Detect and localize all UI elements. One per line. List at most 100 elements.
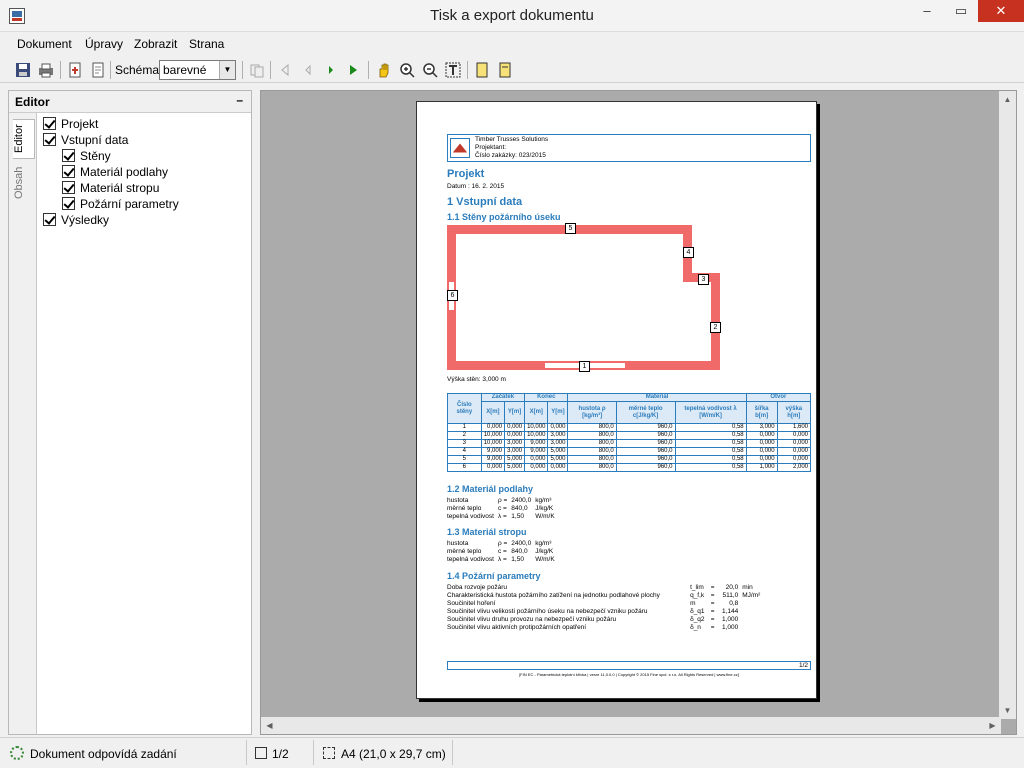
last-page-icon[interactable]: [345, 61, 363, 79]
table-cell: 0,000: [745, 447, 778, 456]
preview-area[interactable]: Timber Trusses Solutions Projektant: Čís…: [260, 90, 1017, 735]
prev-page-icon[interactable]: [299, 61, 317, 79]
table-cell: 3,000: [745, 423, 778, 432]
property-cell: Charakteristická hustota požárního zatíž…: [447, 592, 660, 599]
project-date: Datum : 16. 2. 2015: [447, 183, 505, 190]
horizontal-scrollbar[interactable]: ◀ ▶: [261, 717, 1001, 734]
footer-copyright: [FIN EC - Parametrická teplotní křivka |…: [519, 672, 739, 677]
table-cell: 0,58: [674, 423, 747, 432]
walls-table: Číslo stěny Začátek Konec Materiál Otvor…: [447, 393, 812, 472]
table-cell: 960,0: [615, 463, 676, 472]
minimize-button[interactable]: –: [910, 0, 944, 22]
table-cell: 2,000: [776, 463, 812, 472]
pin-icon[interactable]: –: [236, 93, 243, 107]
checkbox[interactable]: [43, 133, 56, 146]
copy-icon[interactable]: [248, 61, 266, 79]
menu-dokument[interactable]: Dokument: [17, 37, 72, 51]
pages-icon: [255, 747, 267, 759]
title-bar: Tisk a export dokumentu – ▭ ✕: [0, 0, 1024, 32]
tree-item-material-stropu[interactable]: Materiál stropu: [62, 181, 159, 197]
section-1-2-heading: 1.2 Materiál podlahy: [447, 484, 534, 494]
table-cell: 10,000: [524, 423, 549, 432]
print-icon[interactable]: [37, 61, 55, 79]
table-cell: 960,0: [615, 455, 676, 464]
table-header: šířka b[m]: [745, 401, 778, 424]
tree-item-steny[interactable]: Stěny: [62, 149, 111, 165]
table-row: 5 9,000 5,000 0,000 5,000 800,0 960,0 0,58 0,000…: [447, 455, 812, 464]
zoom-out-icon[interactable]: [421, 61, 439, 79]
property-row: Součinitel vlivu aktivních protipožárníc…: [445, 624, 765, 632]
table-header: Číslo stěny: [447, 393, 482, 424]
hand-icon[interactable]: [375, 61, 393, 79]
checkbox[interactable]: [62, 165, 75, 178]
property-row: Charakteristická hustota požárního zatíž…: [445, 592, 765, 600]
menu-zobrazit[interactable]: Zobrazit: [134, 37, 177, 51]
property-cell: =: [710, 608, 715, 615]
table-row: 3 10,000 3,000 9,000 3,000 800,0 960,0 0,58 0,00…: [447, 439, 812, 448]
table-header: Materiál: [567, 393, 747, 402]
table-cell: 0,000: [745, 431, 778, 440]
checkbox[interactable]: [62, 197, 75, 210]
property-cell: =: [710, 600, 715, 607]
tree-item-material-podlahy[interactable]: Materiál podlahy: [62, 165, 168, 181]
fire-params: Doba rozvoje požáru t_lim = 20,0 min Charakte…: [445, 584, 765, 632]
single-page-icon[interactable]: [473, 61, 491, 79]
tab-obsah[interactable]: Obsah: [13, 163, 35, 203]
checkbox[interactable]: [43, 213, 56, 226]
page-footer-bar: 1/2: [447, 661, 811, 670]
paper-size-icon: [323, 747, 335, 759]
schema-select[interactable]: barevné ▼: [159, 60, 236, 80]
table-header: Otvor: [745, 393, 812, 402]
close-button[interactable]: ✕: [978, 0, 1024, 22]
table-cell: 10,000: [480, 431, 506, 440]
report-header: Timber Trusses Solutions Projektant: Čís…: [447, 134, 811, 162]
checkbox[interactable]: [62, 181, 75, 194]
tree-item-vstupni-data[interactable]: Vstupní data: [43, 133, 128, 149]
page-icon[interactable]: [89, 61, 107, 79]
page-width-icon[interactable]: [496, 61, 514, 79]
property-cell: měrné teplo: [447, 505, 482, 512]
property-cell: 1,000: [721, 616, 739, 623]
tree-item-pozarni-parametry[interactable]: Požární parametry: [62, 197, 179, 213]
order-number: Číslo zakázky: 023/2015: [475, 152, 546, 159]
property-cell: Součinitel vlivu aktivních protipožárníc…: [447, 624, 587, 631]
first-page-icon[interactable]: [276, 61, 294, 79]
table-row: 2 10,000 0,000 10,000 3,000 800,0 960,0 0,58 0,0…: [447, 431, 812, 440]
table-cell: 0,000: [504, 423, 526, 432]
menu-strana[interactable]: Strana: [189, 37, 224, 51]
scroll-down-icon[interactable]: ▼: [999, 702, 1016, 719]
table-header: X[m]: [480, 401, 506, 424]
menu-upravy[interactable]: Úpravy: [85, 37, 123, 51]
fit-text-icon[interactable]: [444, 61, 462, 79]
table-cell: 0,000: [776, 439, 812, 448]
property-cell: hustota: [447, 540, 469, 547]
property-cell: =: [710, 624, 715, 631]
property-cell: δ_q1: [690, 608, 705, 615]
property-cell: [740, 608, 765, 616]
table-row: 4 9,000 3,000 9,000 5,000 800,0 960,0 0,58 0,000…: [447, 447, 812, 456]
table-header: Konec: [524, 393, 569, 402]
export-pdf-icon[interactable]: [66, 61, 84, 79]
property-cell: J/kg/K: [535, 548, 554, 555]
chevron-down-icon[interactable]: ▼: [219, 61, 235, 79]
property-cell: kg/m³: [535, 540, 552, 547]
checkbox[interactable]: [43, 117, 56, 130]
vertical-scrollbar[interactable]: ▲ ▼: [999, 91, 1016, 719]
section-1-3-heading: 1.3 Materiál stropu: [447, 527, 527, 537]
property-cell: δ_q2: [690, 616, 705, 623]
save-icon[interactable]: [14, 61, 32, 79]
property-cell: MJ/m²: [742, 592, 761, 599]
tab-editor[interactable]: Editor: [13, 119, 35, 159]
scroll-left-icon[interactable]: ◀: [261, 717, 278, 734]
scroll-right-icon[interactable]: ▶: [984, 717, 1001, 734]
table-cell: 0,000: [745, 439, 778, 448]
maximize-button[interactable]: ▭: [944, 0, 978, 22]
scroll-up-icon[interactable]: ▲: [999, 91, 1016, 108]
checkbox[interactable]: [62, 149, 75, 162]
zoom-in-icon[interactable]: [398, 61, 416, 79]
tree-item-vysledky[interactable]: Výsledky: [43, 213, 109, 229]
next-page-icon[interactable]: [322, 61, 340, 79]
table-header: X[m]: [524, 401, 549, 424]
editor-tabs: Editor Obsah: [9, 113, 37, 734]
tree-item-projekt[interactable]: Projekt: [43, 117, 98, 133]
